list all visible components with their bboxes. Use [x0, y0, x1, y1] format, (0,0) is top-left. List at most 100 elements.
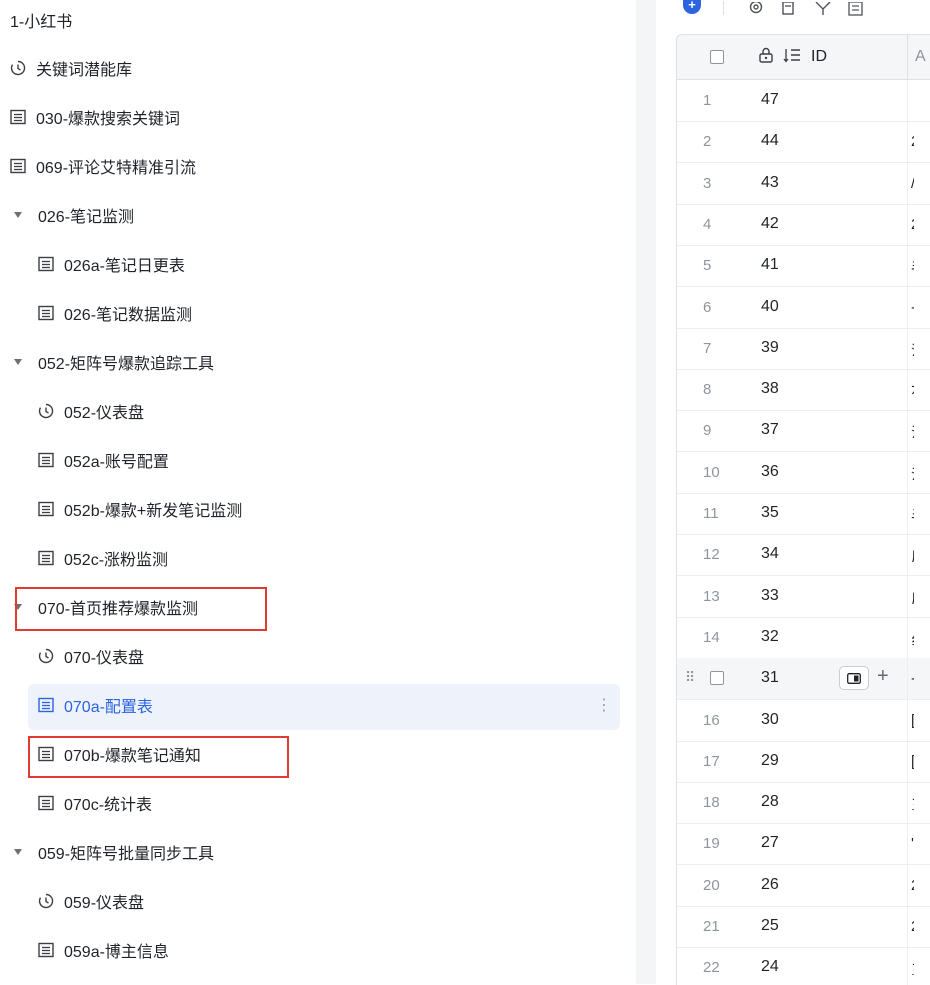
table-row[interactable]: 17 29 [: [677, 740, 930, 783]
column-header-id[interactable]: ID: [811, 48, 827, 66]
table-row[interactable]: 1 47: [677, 80, 930, 122]
sidebar-item[interactable]: 059-仪表盘: [38, 881, 144, 921]
table-row[interactable]: 11 35 半: [677, 493, 930, 535]
id-cell[interactable]: 36: [761, 463, 779, 481]
table-row[interactable]: 22 24 三: [677, 947, 930, 985]
table-row[interactable]: 8 38 花: [677, 369, 930, 412]
next-column-cell[interactable]: 2: [911, 216, 914, 232]
sidebar-item[interactable]: 070a-配置表: [38, 685, 153, 725]
field-settings-icon[interactable]: [779, 0, 799, 18]
next-column-cell[interactable]: 三: [911, 794, 914, 810]
id-cell[interactable]: 27: [761, 834, 779, 852]
sidebar-item[interactable]: 052-矩阵号爆款追踪工具: [12, 342, 214, 382]
sidebar-item[interactable]: 026-笔记数据监测: [38, 293, 192, 333]
table-row[interactable]: 16 30 [: [677, 699, 930, 742]
next-column-cell[interactable]: [: [911, 712, 914, 728]
settings-gear-icon[interactable]: [746, 0, 766, 18]
table-row[interactable]: 19 27 ': [677, 823, 930, 866]
select-all-checkbox[interactable]: [710, 50, 724, 64]
next-column-cell[interactable]: 花: [911, 381, 914, 397]
sidebar-item[interactable]: 026a-笔记日更表: [38, 244, 185, 284]
next-column-cell[interactable]: ': [911, 835, 914, 851]
workspace-title[interactable]: 1-小红书: [10, 0, 72, 40]
sidebar-item[interactable]: 052b-爆款+新发笔记监测: [38, 489, 242, 529]
table-row[interactable]: 13 33 厂: [677, 575, 930, 618]
table-row[interactable]: 2 44 2: [677, 121, 930, 164]
id-cell[interactable]: 47: [761, 91, 779, 109]
table-row[interactable]: 4 42 2: [677, 203, 930, 246]
table-row[interactable]: 7 39 汁: [677, 327, 930, 370]
next-column-cell[interactable]: 三: [911, 959, 914, 975]
id-cell[interactable]: 41: [761, 256, 779, 274]
next-column-cell[interactable]: [: [911, 753, 914, 769]
next-column-cell[interactable]: 汁: [911, 464, 914, 480]
id-cell[interactable]: 32: [761, 628, 779, 646]
group-list-icon[interactable]: [846, 0, 866, 18]
column-header-next[interactable]: A: [915, 48, 926, 66]
id-cell[interactable]: 24: [761, 958, 779, 976]
id-cell[interactable]: 38: [761, 380, 779, 398]
id-cell[interactable]: 30: [761, 711, 779, 729]
column-separator[interactable]: [907, 35, 908, 79]
next-column-cell[interactable]: 手: [911, 257, 914, 273]
add-row-icon[interactable]: +: [877, 665, 889, 687]
caret-down-icon[interactable]: [12, 356, 24, 368]
next-column-cell[interactable]: 半: [911, 505, 914, 521]
sidebar-item[interactable]: 059-矩阵号批量同步工具: [12, 832, 214, 872]
table-row[interactable]: 12 34 厂: [677, 534, 930, 577]
sidebar-item[interactable]: 070-仪表盘: [38, 636, 144, 676]
next-column-cell[interactable]: 2: [911, 877, 914, 893]
next-column-cell[interactable]: 2: [911, 918, 914, 934]
sidebar-item[interactable]: 059a-博主信息: [38, 930, 169, 970]
next-column-cell[interactable]: 厂: [911, 546, 914, 562]
sidebar-item[interactable]: 070c-统计表: [38, 783, 152, 823]
table-row[interactable]: 18 28 三: [677, 782, 930, 825]
sidebar-item[interactable]: 030-爆款搜索关键词: [10, 97, 180, 137]
table-row[interactable]: 6 40 -: [677, 286, 930, 329]
id-cell[interactable]: 43: [761, 174, 779, 192]
next-column-cell[interactable]: 纟: [911, 629, 914, 645]
next-column-cell[interactable]: 2: [911, 133, 914, 149]
next-column-cell[interactable]: 汁: [911, 340, 914, 356]
id-cell[interactable]: 31: [761, 669, 779, 687]
table-row[interactable]: 14 32 纟: [677, 616, 930, 659]
id-cell[interactable]: 44: [761, 132, 779, 150]
id-cell[interactable]: 25: [761, 917, 779, 935]
add-record-button[interactable]: +: [683, 0, 701, 14]
sidebar-item[interactable]: 052-仪表盘: [38, 391, 144, 431]
table-row[interactable]: ⠿ 31 + -: [677, 658, 930, 701]
caret-down-icon[interactable]: [12, 209, 24, 221]
id-cell[interactable]: 26: [761, 876, 779, 894]
panel-divider[interactable]: [636, 0, 656, 984]
drag-handle-icon[interactable]: ⠿: [685, 669, 695, 686]
sidebar-item[interactable]: 026-笔记监测: [12, 195, 134, 235]
table-row[interactable]: 5 41 手: [677, 245, 930, 288]
expand-record-button[interactable]: [839, 666, 869, 691]
table-row[interactable]: 10 36 汁: [677, 451, 930, 494]
table-row[interactable]: 20 26 2: [677, 864, 930, 907]
next-column-cell[interactable]: /: [911, 175, 914, 191]
id-cell[interactable]: 42: [761, 215, 779, 233]
id-cell[interactable]: 40: [761, 298, 779, 316]
more-options-icon[interactable]: ⋮: [596, 697, 612, 715]
row-checkbox[interactable]: [710, 671, 724, 686]
filter-icon[interactable]: [813, 0, 833, 18]
next-column-cell[interactable]: -: [911, 299, 914, 315]
sidebar-item[interactable]: 052a-账号配置: [38, 440, 169, 480]
sidebar-item[interactable]: 关键词潜能库: [10, 48, 132, 88]
sidebar-item[interactable]: 052c-涨粉监测: [38, 538, 168, 578]
id-cell[interactable]: 33: [761, 587, 779, 605]
sidebar-item[interactable]: 069-评论艾特精准引流: [10, 146, 196, 186]
id-cell[interactable]: 28: [761, 793, 779, 811]
table-row[interactable]: 3 43 /: [677, 162, 930, 205]
next-column-cell[interactable]: 汁: [911, 422, 914, 438]
id-cell[interactable]: 37: [761, 421, 779, 439]
id-cell[interactable]: 39: [761, 339, 779, 357]
table-row[interactable]: 9 37 汁: [677, 410, 930, 453]
id-cell[interactable]: 34: [761, 545, 779, 563]
next-column-cell[interactable]: 厂: [911, 588, 914, 604]
next-column-cell[interactable]: [911, 92, 914, 108]
next-column-cell[interactable]: -: [911, 670, 914, 686]
id-cell[interactable]: 29: [761, 752, 779, 770]
table-row[interactable]: 21 25 2: [677, 906, 930, 948]
